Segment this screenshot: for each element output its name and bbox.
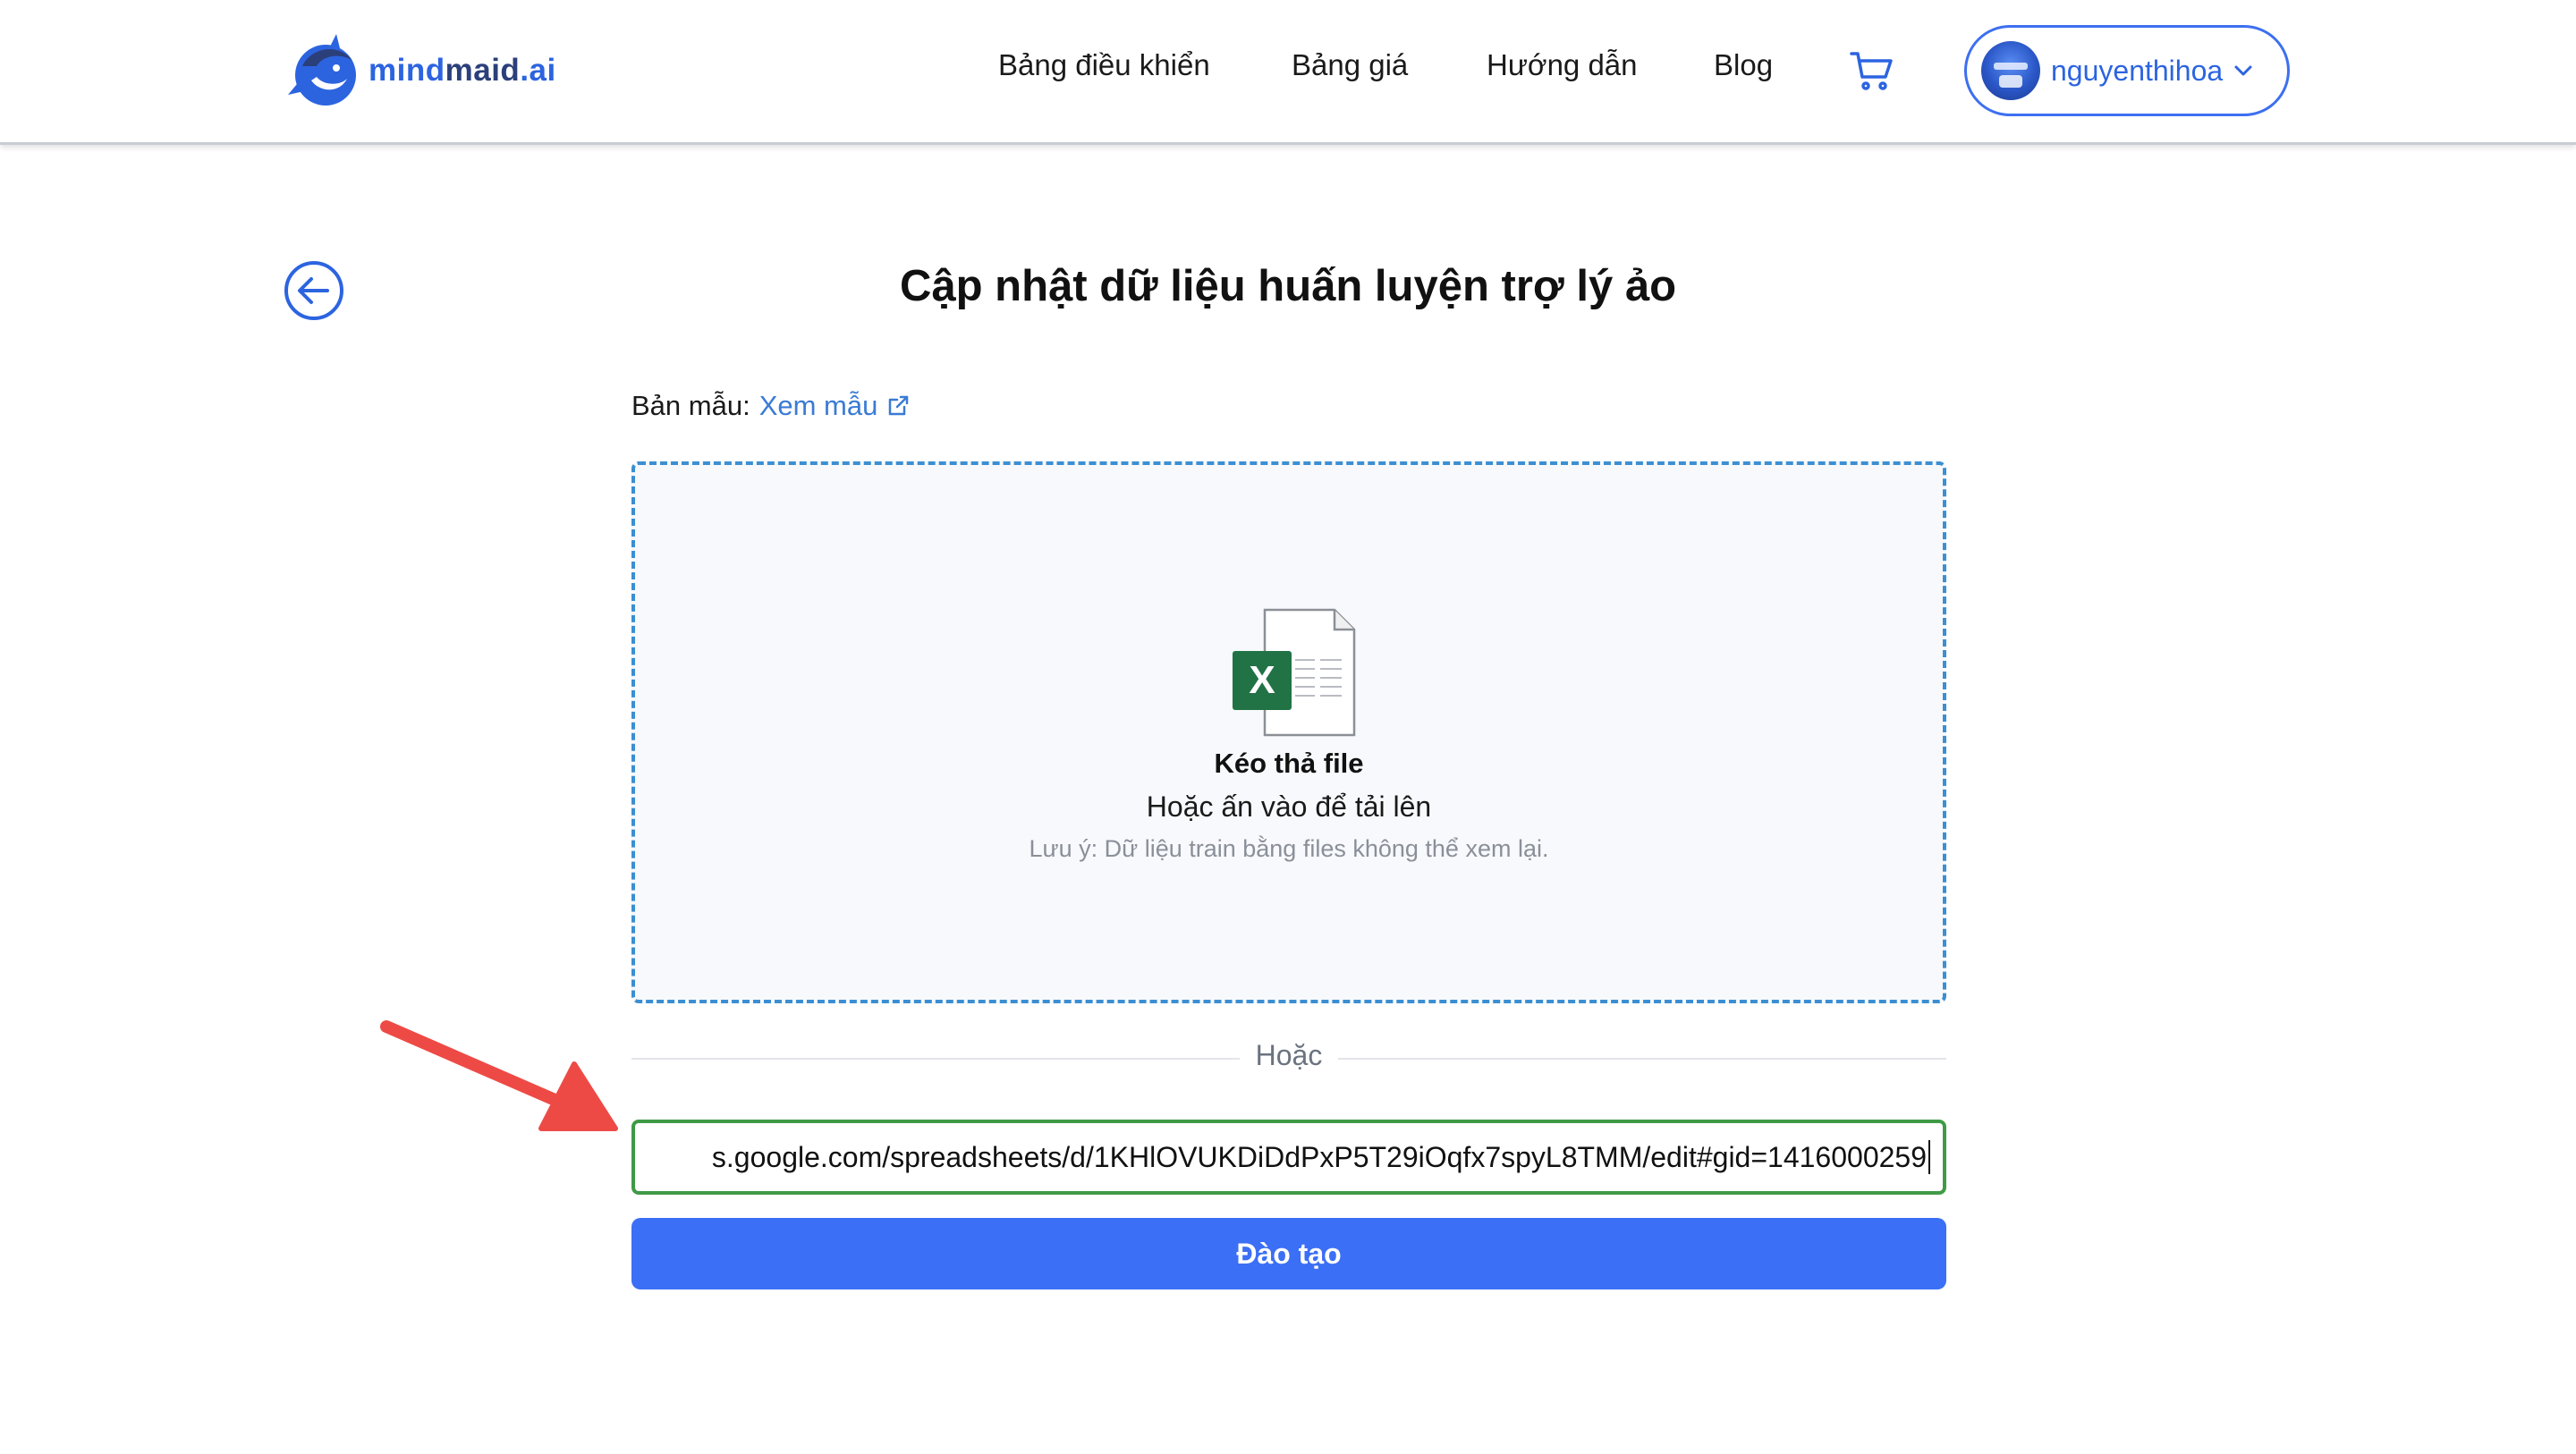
dropzone-title: Kéo thả file <box>1214 748 1364 779</box>
text-caret <box>1928 1140 1930 1174</box>
template-row: Bản mẫu: Xem mẫu <box>631 390 910 422</box>
logo-text-maid: maid <box>445 53 521 88</box>
url-input-value: s.google.com/spreadsheets/d/1KHlOVUKDiDd… <box>711 1140 1927 1173</box>
chevron-down-icon <box>2234 65 2252 76</box>
google-sheet-url-input[interactable]: s.google.com/spreadsheets/d/1KHlOVUKDiDd… <box>631 1120 1946 1195</box>
nav-pricing[interactable]: Bảng giá <box>1292 48 1408 82</box>
view-template-link[interactable]: Xem mẫu <box>759 390 911 422</box>
shopping-cart-icon[interactable] <box>1850 50 1894 91</box>
page-title: Cập nhật dữ liệu huấn luyện trợ lý ảo <box>899 262 1677 310</box>
train-button[interactable]: Đào tạo <box>631 1218 1946 1289</box>
dropzone-note: Lưu ý: Dữ liệu train bằng files không th… <box>1029 835 1549 862</box>
or-divider: Hoặc <box>631 1037 1946 1078</box>
username: nguyenthihoa <box>2051 54 2224 87</box>
nav-dashboard[interactable]: Bảng điều khiển <box>998 48 1210 82</box>
user-menu-button[interactable]: nguyenthihoa <box>1964 25 2290 116</box>
nav-blog[interactable]: Blog <box>1714 48 1773 82</box>
dropzone-subtitle: Hoặc ấn vào để tải lên <box>1146 790 1432 823</box>
top-navbar: mindmaid.ai Bảng điều khiển Bảng giá Hướ… <box>0 0 2576 145</box>
external-link-icon <box>889 395 909 416</box>
template-label: Bản mẫu: <box>631 390 750 421</box>
excel-letter: X <box>1249 658 1275 702</box>
view-template-text: Xem mẫu <box>758 390 878 421</box>
excel-file-icon: X <box>1233 608 1356 737</box>
logo-text-ai: .ai <box>520 53 556 88</box>
divider-line-right <box>1338 1058 1946 1060</box>
file-dropzone[interactable]: X Kéo thả file Hoặc ấn vào để tải lên Lư… <box>631 461 1946 1003</box>
nav-guide[interactable]: Hướng dẫn <box>1487 48 1638 82</box>
annotation-arrow-icon <box>380 1020 618 1131</box>
logo-wordmark: mindmaid.ai <box>369 53 556 89</box>
dolphin-logo-icon <box>288 34 356 106</box>
logo-text-mind: mind <box>369 53 445 88</box>
mindmaid-logo[interactable]: mindmaid.ai <box>284 30 556 111</box>
or-divider-text: Hoặc <box>1255 1039 1323 1071</box>
avatar <box>1981 41 2040 100</box>
